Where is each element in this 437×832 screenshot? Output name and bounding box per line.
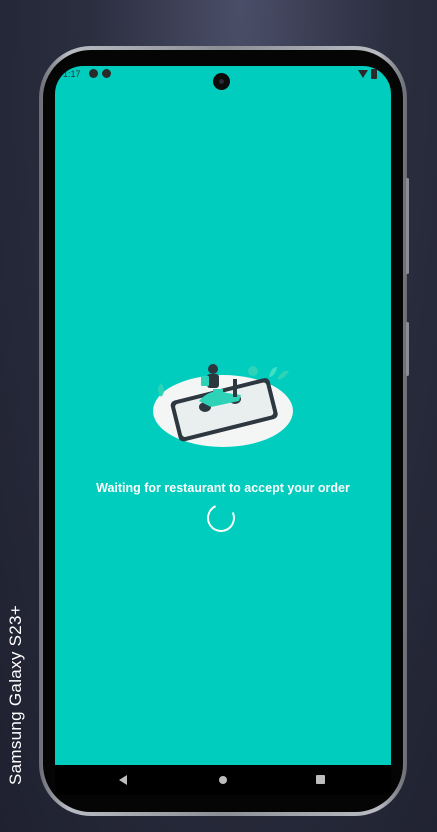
status-time: 1:17: [63, 69, 81, 79]
recents-icon[interactable]: [316, 775, 325, 784]
home-icon[interactable]: [219, 776, 227, 784]
power-button: [406, 322, 409, 376]
wifi-icon: [358, 70, 368, 78]
order-status-message: Waiting for restaurant to accept your or…: [96, 481, 350, 495]
volume-button: [406, 178, 409, 274]
battery-icon: [371, 69, 377, 79]
front-camera: [213, 73, 230, 90]
location-pin: [248, 366, 258, 376]
loading-spinner: [203, 500, 239, 536]
notification-icon: [89, 69, 98, 78]
leaf-right-2: [269, 367, 277, 377]
rider-figure: [201, 364, 219, 388]
app-screen: 1:17 Waiting for restaurant to accept yo…: [55, 66, 391, 765]
system-navigation-bar: [55, 765, 391, 795]
app-icon: [102, 69, 111, 78]
leaf-right: [277, 370, 289, 380]
device-label: Samsung Galaxy S23+: [6, 604, 25, 786]
scooter-delivery-illustration: [153, 364, 293, 447]
back-icon[interactable]: [119, 775, 127, 785]
